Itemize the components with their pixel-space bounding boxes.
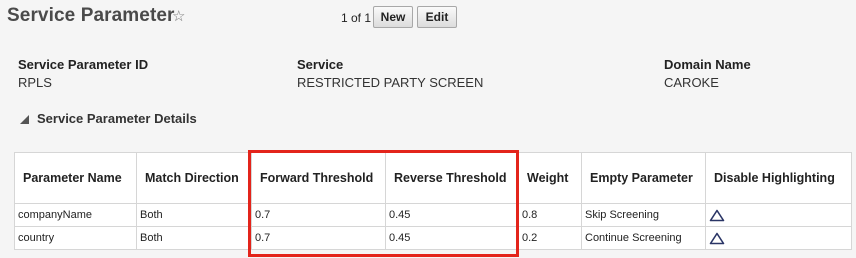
- service-parameter-id-label: Service Parameter ID: [18, 57, 149, 72]
- service-label: Service: [297, 57, 344, 72]
- page-title: Service Parameter: [7, 5, 175, 26]
- triangle-icon: [709, 232, 725, 244]
- pagination-indicator: 1 of 1: [341, 11, 372, 25]
- column-header-disable-highlighting[interactable]: Disable Highlighting: [705, 152, 852, 204]
- cell-disable-highlighting: [705, 203, 852, 227]
- table-row[interactable]: companyName Both 0.7 0.45 0.8 Skip Scree…: [14, 203, 852, 227]
- column-header-empty-parameter[interactable]: Empty Parameter: [581, 152, 706, 204]
- cell-weight: 0.2: [518, 226, 582, 250]
- cell-empty-parameter: Continue Screening: [581, 226, 706, 250]
- cell-weight: 0.8: [518, 203, 582, 227]
- cell-match-direction: Both: [136, 226, 252, 250]
- collapse-triangle-icon[interactable]: [20, 115, 29, 124]
- table-header-row: Parameter Name Match Direction Forward T…: [14, 152, 852, 204]
- domain-name-label: Domain Name: [664, 57, 751, 72]
- section-header[interactable]: Service Parameter Details: [20, 111, 197, 126]
- cell-reverse-threshold: 0.45: [385, 226, 519, 250]
- service-parameter-details-table: Parameter Name Match Direction Forward T…: [14, 152, 852, 250]
- edit-button[interactable]: Edit: [417, 6, 457, 28]
- cell-forward-threshold: 0.7: [251, 203, 386, 227]
- column-header-parameter-name[interactable]: Parameter Name: [14, 152, 137, 204]
- column-header-forward-threshold[interactable]: Forward Threshold: [251, 152, 386, 204]
- column-header-reverse-threshold[interactable]: Reverse Threshold: [385, 152, 519, 204]
- cell-reverse-threshold: 0.45: [385, 203, 519, 227]
- section-title: Service Parameter Details: [37, 111, 197, 126]
- service-parameter-id-value: RPLS: [18, 75, 52, 90]
- favorite-star-icon[interactable]: ☆: [172, 9, 185, 24]
- cell-empty-parameter: Skip Screening: [581, 203, 706, 227]
- column-header-weight[interactable]: Weight: [518, 152, 582, 204]
- column-header-match-direction[interactable]: Match Direction: [136, 152, 252, 204]
- new-button[interactable]: New: [373, 6, 413, 28]
- triangle-icon: [709, 209, 725, 221]
- domain-name-value: CAROKE: [664, 75, 719, 90]
- cell-parameter-name: companyName: [14, 203, 137, 227]
- cell-forward-threshold: 0.7: [251, 226, 386, 250]
- table-row[interactable]: country Both 0.7 0.45 0.2 Continue Scree…: [14, 226, 852, 250]
- cell-parameter-name: country: [14, 226, 137, 250]
- cell-match-direction: Both: [136, 203, 252, 227]
- service-value: RESTRICTED PARTY SCREEN: [297, 75, 484, 90]
- cell-disable-highlighting: [705, 226, 852, 250]
